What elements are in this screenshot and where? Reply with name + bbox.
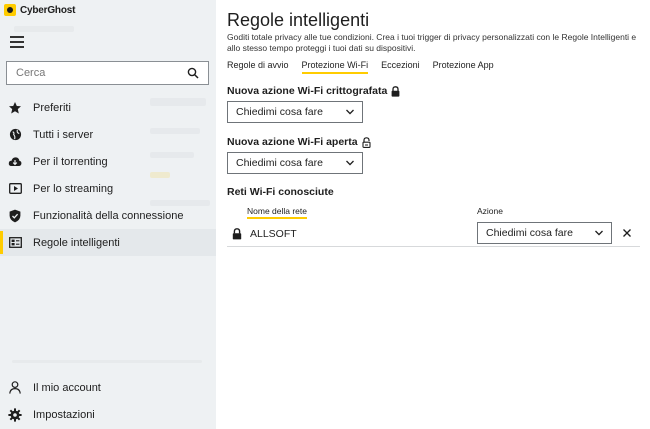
chevron-down-icon: [346, 160, 354, 166]
star-icon: [8, 101, 22, 115]
tab-eccezioni[interactable]: Eccezioni: [381, 60, 420, 74]
select-value: Chiedimi cosa fare: [486, 227, 573, 239]
play-icon: [8, 182, 22, 196]
sidebar-item-label: Il mio account: [33, 381, 101, 394]
tab-protezione-app[interactable]: Protezione App: [433, 60, 494, 74]
column-header-action: Azione: [477, 206, 503, 216]
sidebar: CyberGhost Preferiti Tutti i server Per …: [0, 0, 216, 429]
close-icon[interactable]: [622, 228, 632, 238]
known-networks-label: Reti Wi-Fi conosciute: [227, 186, 334, 198]
sidebar-item-tutti-i-server[interactable]: Tutti i server: [0, 121, 216, 148]
rules-icon: [8, 236, 22, 250]
column-header-network-name[interactable]: Nome della rete: [247, 206, 308, 219]
cloud-download-icon: [8, 155, 22, 169]
encrypted-wifi-action-select[interactable]: Chiedimi cosa fare: [227, 101, 363, 123]
hamburger-menu-icon[interactable]: [10, 36, 24, 48]
open-wifi-label: Nuova azione Wi-Fi aperta: [227, 136, 371, 148]
main-panel: Regole intelligenti Goditi totale privac…: [216, 0, 650, 429]
network-action-select[interactable]: Chiedimi cosa fare: [477, 222, 612, 244]
sidebar-item-label: Regole intelligenti: [33, 236, 120, 249]
brand: CyberGhost: [4, 2, 75, 18]
sidebar-item-label: Preferiti: [33, 101, 71, 114]
open-wifi-action-select[interactable]: Chiedimi cosa fare: [227, 152, 363, 174]
chevron-down-icon: [346, 109, 354, 115]
shield-icon: [8, 209, 22, 223]
lock-closed-icon: [232, 228, 242, 240]
network-name: ALLSOFT: [250, 228, 297, 240]
globe-icon: [8, 128, 22, 142]
tab-protezione-wifi[interactable]: Protezione Wi-Fi: [301, 60, 369, 74]
cyberghost-logo-icon: [4, 4, 16, 16]
encrypted-wifi-label-text: Nuova azione Wi-Fi crittografata: [227, 85, 388, 97]
gear-icon: [8, 407, 22, 422]
brand-name: CyberGhost: [20, 4, 76, 16]
sidebar-item-label: Funzionalità della connessione: [33, 209, 184, 222]
page-description: Goditi totale privacy alle tue condizion…: [227, 32, 637, 53]
sidebar-item-torrenting[interactable]: Per il torrenting: [0, 148, 216, 175]
sidebar-item-funzionalita[interactable]: Funzionalità della connessione: [0, 202, 216, 229]
table-row: ALLSOFT Chiedimi cosa fare: [227, 221, 640, 247]
select-value: Chiedimi cosa fare: [236, 106, 323, 118]
sidebar-item-account[interactable]: Il mio account: [0, 374, 216, 401]
lock-open-icon: [362, 136, 371, 148]
select-value: Chiedimi cosa fare: [236, 157, 323, 169]
sidebar-item-label: Impostazioni: [33, 408, 95, 421]
sidebar-item-label: Per il torrenting: [33, 155, 108, 168]
search-icon[interactable]: [187, 67, 199, 79]
encrypted-wifi-label: Nuova azione Wi-Fi crittografata: [227, 85, 400, 97]
known-networks-label-text: Reti Wi-Fi conosciute: [227, 186, 334, 198]
search-input[interactable]: [7, 67, 177, 79]
user-icon: [8, 381, 22, 395]
chevron-down-icon: [595, 230, 603, 236]
sidebar-item-streaming[interactable]: Per lo streaming: [0, 175, 216, 202]
search-box: [6, 61, 209, 85]
sidebar-item-label: Tutti i server: [33, 128, 94, 141]
tab-bar: Regole di avvio Protezione Wi-Fi Eccezio…: [227, 60, 507, 74]
sidebar-item-impostazioni[interactable]: Impostazioni: [0, 401, 216, 428]
page-title: Regole intelligenti: [227, 10, 370, 30]
sidebar-item-preferiti[interactable]: Preferiti: [0, 94, 216, 121]
sidebar-item-regole-intelligenti[interactable]: Regole intelligenti: [0, 229, 216, 256]
tab-regole-di-avvio[interactable]: Regole di avvio: [227, 60, 289, 74]
lock-closed-icon: [391, 85, 400, 97]
sidebar-item-label: Per lo streaming: [33, 182, 114, 195]
open-wifi-label-text: Nuova azione Wi-Fi aperta: [227, 136, 358, 148]
